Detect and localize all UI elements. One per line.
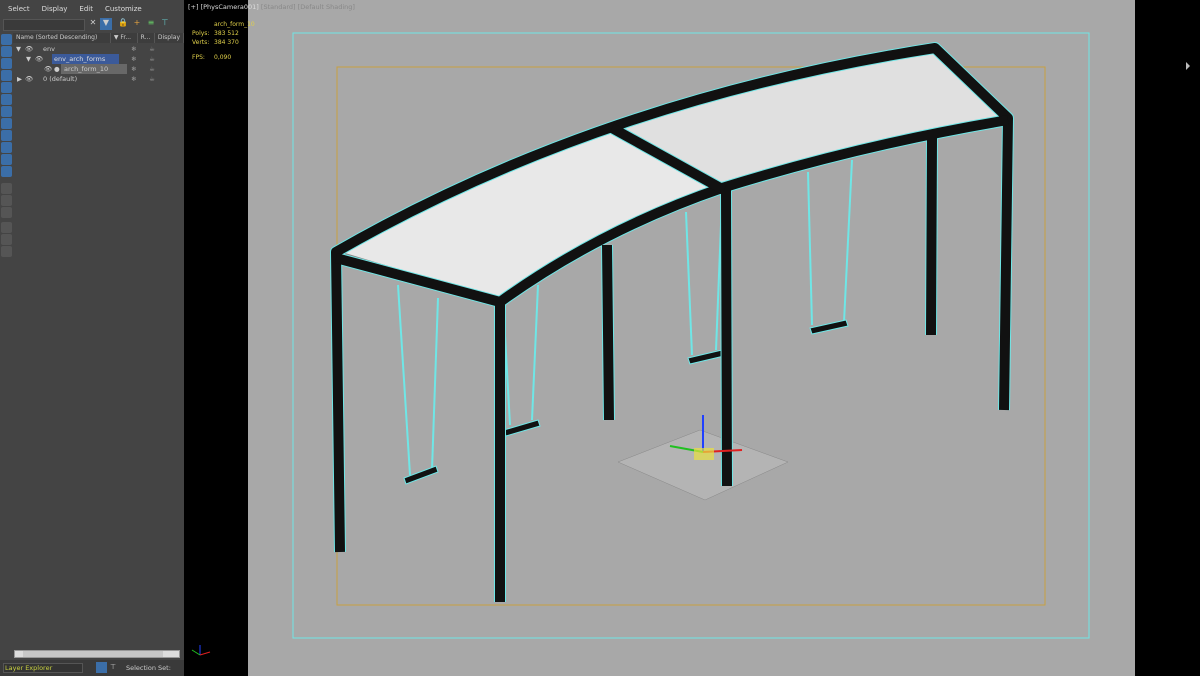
panel-arrow-icon[interactable]: [1186, 62, 1190, 70]
roof-panels: [338, 47, 1010, 301]
scene-render: [191, 32, 1190, 656]
axis-tripod-icon: [191, 645, 211, 656]
